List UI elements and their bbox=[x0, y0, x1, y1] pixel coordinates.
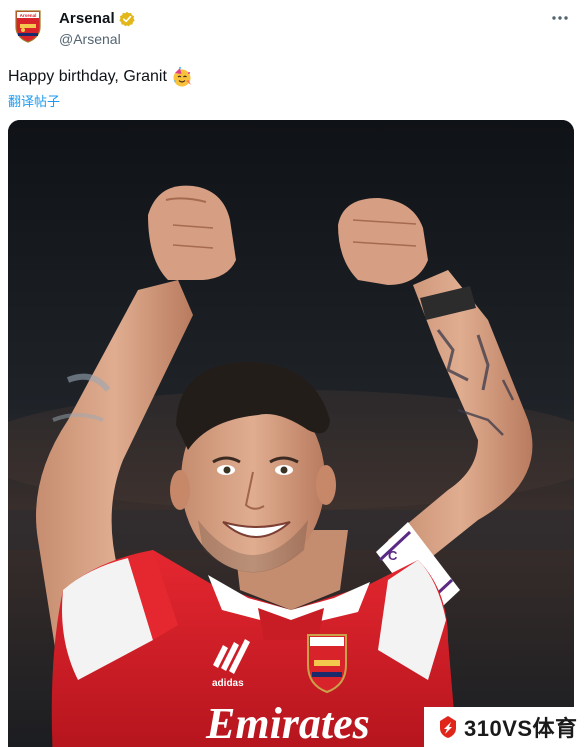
celebration-photo: C adidas Emirates bbox=[8, 120, 574, 747]
shirt-sponsor-text: Emirates bbox=[205, 699, 370, 747]
more-options-icon bbox=[552, 16, 568, 20]
translate-post-link[interactable]: 翻译帖子 bbox=[8, 91, 60, 110]
crest-text: Arsenal bbox=[20, 13, 37, 18]
tweet-body: Happy birthday, Granit bbox=[8, 66, 193, 88]
tweet-photo[interactable]: C adidas Emirates bbox=[8, 120, 574, 747]
arsenal-crest-icon: Arsenal bbox=[15, 10, 41, 43]
watermark-logo-icon bbox=[440, 716, 456, 738]
more-options-button[interactable] bbox=[548, 8, 572, 28]
verified-badge-icon bbox=[119, 11, 135, 26]
site-watermark: 310VS体育 bbox=[424, 707, 584, 747]
watermark-text: 310VS体育 bbox=[464, 716, 578, 741]
author-name-row: Arsenal bbox=[59, 10, 135, 27]
author-handle[interactable]: @Arsenal bbox=[59, 31, 121, 47]
avatar[interactable]: Arsenal bbox=[10, 8, 46, 44]
display-name[interactable]: Arsenal bbox=[59, 10, 115, 27]
tweet-card: Arsenal Arsenal @Arsenal Happy birthday,… bbox=[0, 0, 584, 747]
tweet-text: Happy birthday, Granit bbox=[8, 68, 167, 85]
armband-text: C bbox=[388, 548, 398, 563]
sleeve-brand-text: adidas bbox=[212, 678, 244, 689]
party-face-emoji bbox=[173, 66, 191, 87]
